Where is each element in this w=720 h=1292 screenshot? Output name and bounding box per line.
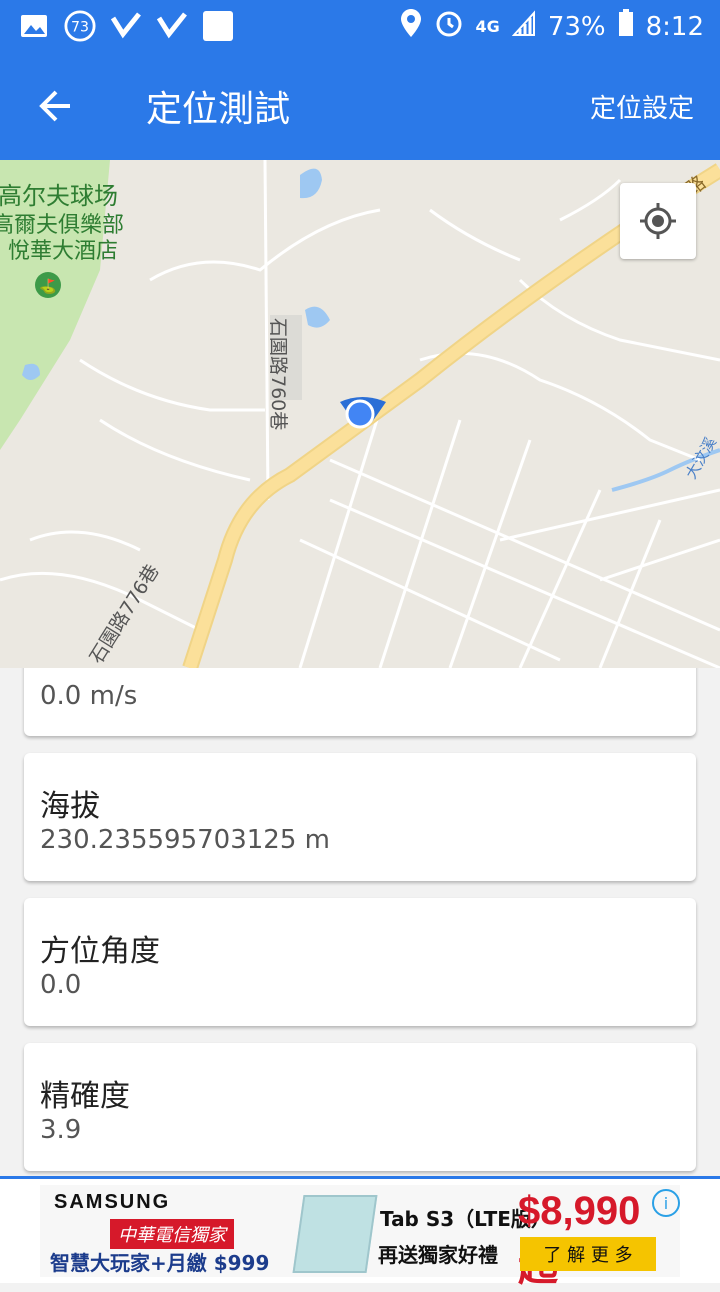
bearing-value: 0.0	[40, 970, 82, 1000]
info-list[interactable]: 0.0 m/s 海拔 230.235595703125 m 方位角度 0.0 精…	[0, 668, 720, 1176]
map-label-road-776: 石園路776巷	[86, 561, 164, 668]
golf-marker-glyph: ⛳	[39, 278, 56, 295]
ad-content[interactable]: SAMSUNG 中華電信獨家 智慧大玩家+月繳 $999 Tab S3（LTE版…	[40, 1185, 680, 1289]
back-arrow-icon[interactable]	[34, 82, 82, 130]
pond	[305, 306, 330, 328]
map-view[interactable]: ⛳ 高尔夫球场 高爾夫俱樂部 悅華大酒店 石園路760巷 石園路776巷 石園路…	[0, 160, 720, 668]
ad-promo-text: 智慧大玩家+月繳 $999	[50, 1251, 270, 1275]
altitude-card: 海拔 230.235595703125 m	[24, 753, 696, 881]
check-notification-icon	[156, 10, 188, 42]
image-notification-icon	[18, 10, 50, 42]
badge-notification-icon: 73	[64, 10, 96, 42]
crosshair-icon	[640, 203, 676, 239]
ad-info-icon[interactable]: i	[652, 1189, 680, 1217]
map-canvas: ⛳ 高尔夫球场 高爾夫俱樂部 悅華大酒店 石園路760巷 石園路776巷 石園路…	[0, 160, 720, 668]
location-icon	[400, 8, 422, 45]
network-icon: 4G	[475, 17, 500, 36]
clock: 8:12	[645, 11, 704, 42]
accuracy-value: 3.9	[40, 1115, 82, 1145]
ad-brand: SAMSUNG	[54, 1191, 171, 1213]
signal-icon	[511, 9, 536, 44]
notification-count: 73	[71, 20, 89, 36]
app-bar: 定位測試 定位設定	[0, 52, 720, 160]
speed-value: 0.0 m/s	[40, 681, 138, 711]
page-title: 定位測試	[146, 89, 291, 130]
map-label-golf-course: 高尔夫球场	[0, 182, 118, 210]
my-location-button[interactable]	[620, 183, 696, 259]
map-label-road-760: 石園路760巷	[267, 318, 289, 430]
location-settings-button[interactable]: 定位設定	[590, 88, 694, 125]
map-label-golf-club: 高爾夫俱樂部	[0, 213, 124, 238]
ad-learn-more-button[interactable]: 了 解 更 多	[520, 1237, 656, 1271]
altitude-label: 海拔	[40, 789, 100, 824]
battery-icon	[618, 9, 634, 44]
blank-notification-icon	[202, 10, 234, 42]
bearing-label: 方位角度	[40, 934, 160, 969]
speed-card: 0.0 m/s	[24, 668, 696, 736]
ad-gift-text: 再送獨家好禮	[378, 1243, 498, 1267]
check-notification-icon	[110, 10, 142, 42]
ad-exclusive-badge: 中華電信獨家	[110, 1219, 234, 1249]
status-bar: 73 4G 73% 8:12	[0, 0, 720, 52]
accuracy-label: 精確度	[40, 1079, 130, 1114]
pond	[300, 168, 322, 199]
map-label-hotel: 悅華大酒店	[8, 239, 118, 264]
accuracy-card: 精確度 3.9	[24, 1043, 696, 1171]
tablet-image	[292, 1195, 378, 1273]
ad-banner[interactable]: SAMSUNG 中華電信獨家 智慧大玩家+月繳 $999 Tab S3（LTE版…	[0, 1176, 720, 1289]
altitude-value: 230.235595703125 m	[40, 825, 330, 855]
map-label-stream: 大汶溪	[682, 434, 720, 482]
battery-percent: 73%	[547, 11, 606, 42]
bearing-card: 方位角度 0.0	[24, 898, 696, 1026]
my-location-dot-icon	[345, 399, 375, 429]
alarm-icon	[434, 8, 464, 45]
